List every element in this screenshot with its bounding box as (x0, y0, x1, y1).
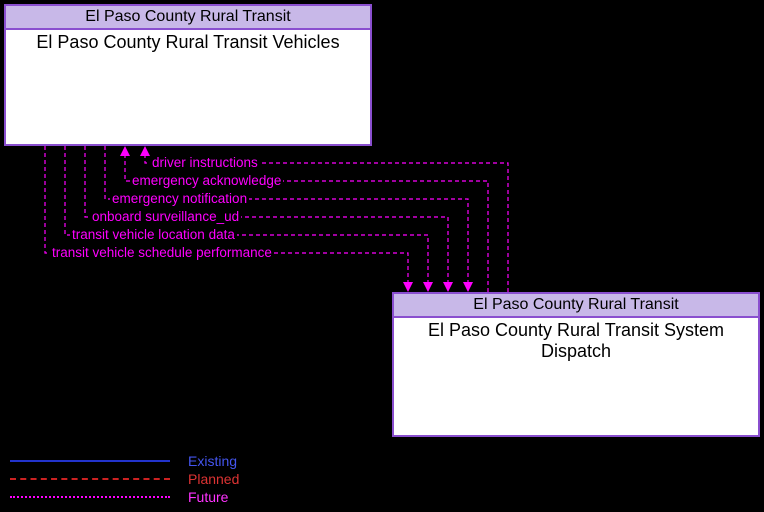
arrow-down-icon (423, 282, 433, 292)
legend-label-existing: Existing (188, 453, 237, 469)
flow-label[interactable]: emergency notification (110, 191, 249, 206)
entity-box-vehicles[interactable]: El Paso County Rural Transit El Paso Cou… (4, 4, 372, 146)
entity-header-vehicles: El Paso County Rural Transit (6, 6, 370, 30)
arrow-down-icon (463, 282, 473, 292)
legend-line-existing (10, 460, 170, 462)
entity-box-dispatch[interactable]: El Paso County Rural Transit El Paso Cou… (392, 292, 760, 437)
arrow-down-icon (403, 282, 413, 292)
legend: Existing Planned Future (10, 452, 239, 506)
flow-label[interactable]: onboard surveillance_ud (90, 209, 241, 224)
arrow-up-icon (140, 146, 150, 156)
arrow-down-icon (443, 282, 453, 292)
flow-label[interactable]: transit vehicle location data (70, 227, 237, 242)
legend-line-future (10, 496, 170, 498)
legend-row-planned: Planned (10, 470, 239, 488)
entity-body-dispatch: El Paso County Rural Transit System Disp… (394, 318, 758, 364)
flow-label[interactable]: transit vehicle schedule performance (50, 245, 274, 260)
legend-label-future: Future (188, 489, 228, 505)
legend-line-planned (10, 478, 170, 480)
flow-label[interactable]: emergency acknowledge (130, 173, 283, 188)
arrow-up-icon (120, 146, 130, 156)
entity-body-vehicles: El Paso County Rural Transit Vehicles (6, 30, 370, 55)
legend-row-existing: Existing (10, 452, 239, 470)
legend-row-future: Future (10, 488, 239, 506)
entity-header-dispatch: El Paso County Rural Transit (394, 294, 758, 318)
legend-label-planned: Planned (188, 471, 239, 487)
flow-label[interactable]: driver instructions (150, 155, 260, 170)
